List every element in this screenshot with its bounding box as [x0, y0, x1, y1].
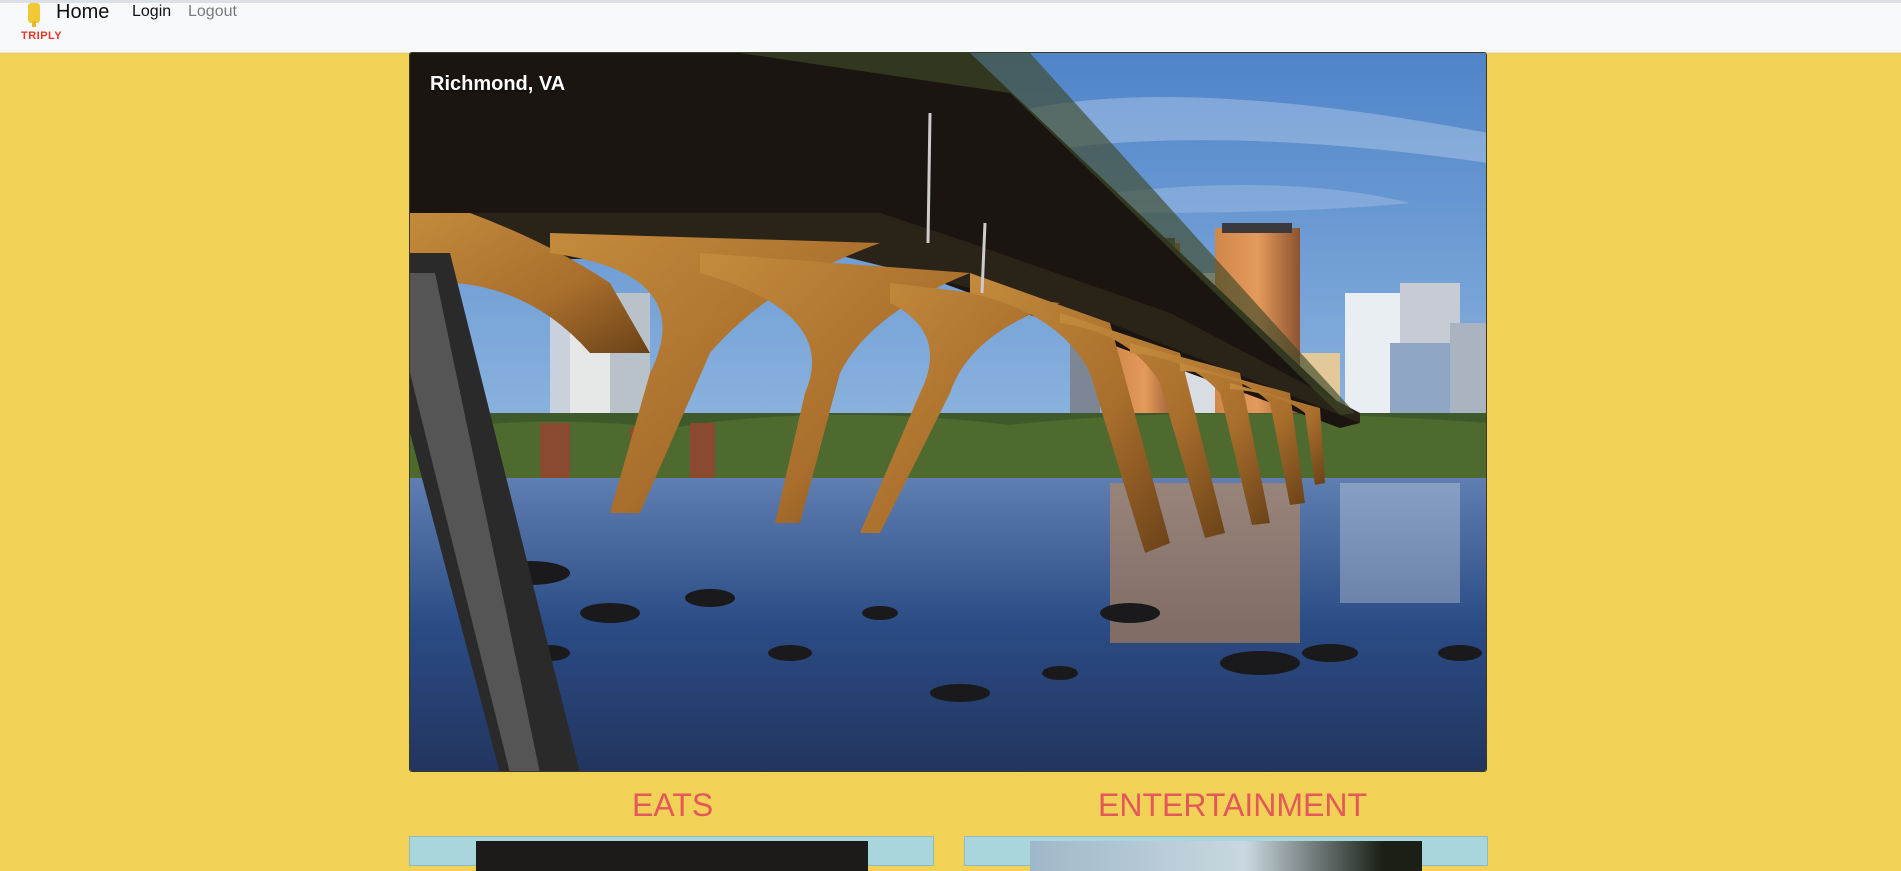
- hero-title: Richmond, VA: [430, 73, 566, 95]
- eats-heading: EATS: [632, 787, 714, 823]
- navbar: TRIPLY Home Login Logout: [0, 1, 1901, 53]
- entertainment-heading: ENTERTAINMENT: [1098, 787, 1368, 823]
- login-link[interactable]: Login: [132, 3, 171, 21]
- eats-card[interactable]: [409, 836, 934, 871]
- entertainment-card[interactable]: [964, 836, 1488, 871]
- logout-link[interactable]: Logout: [188, 3, 237, 21]
- entertainment-card-image: [1030, 841, 1422, 871]
- hero-photo: [410, 53, 1486, 771]
- home-link[interactable]: Home: [56, 1, 109, 24]
- eats-card-image: [476, 841, 868, 871]
- hero-card[interactable]: Richmond, VA: [409, 52, 1487, 772]
- triply-logo[interactable]: TRIPLY: [8, 3, 63, 43]
- logo-text: TRIPLY: [21, 30, 63, 42]
